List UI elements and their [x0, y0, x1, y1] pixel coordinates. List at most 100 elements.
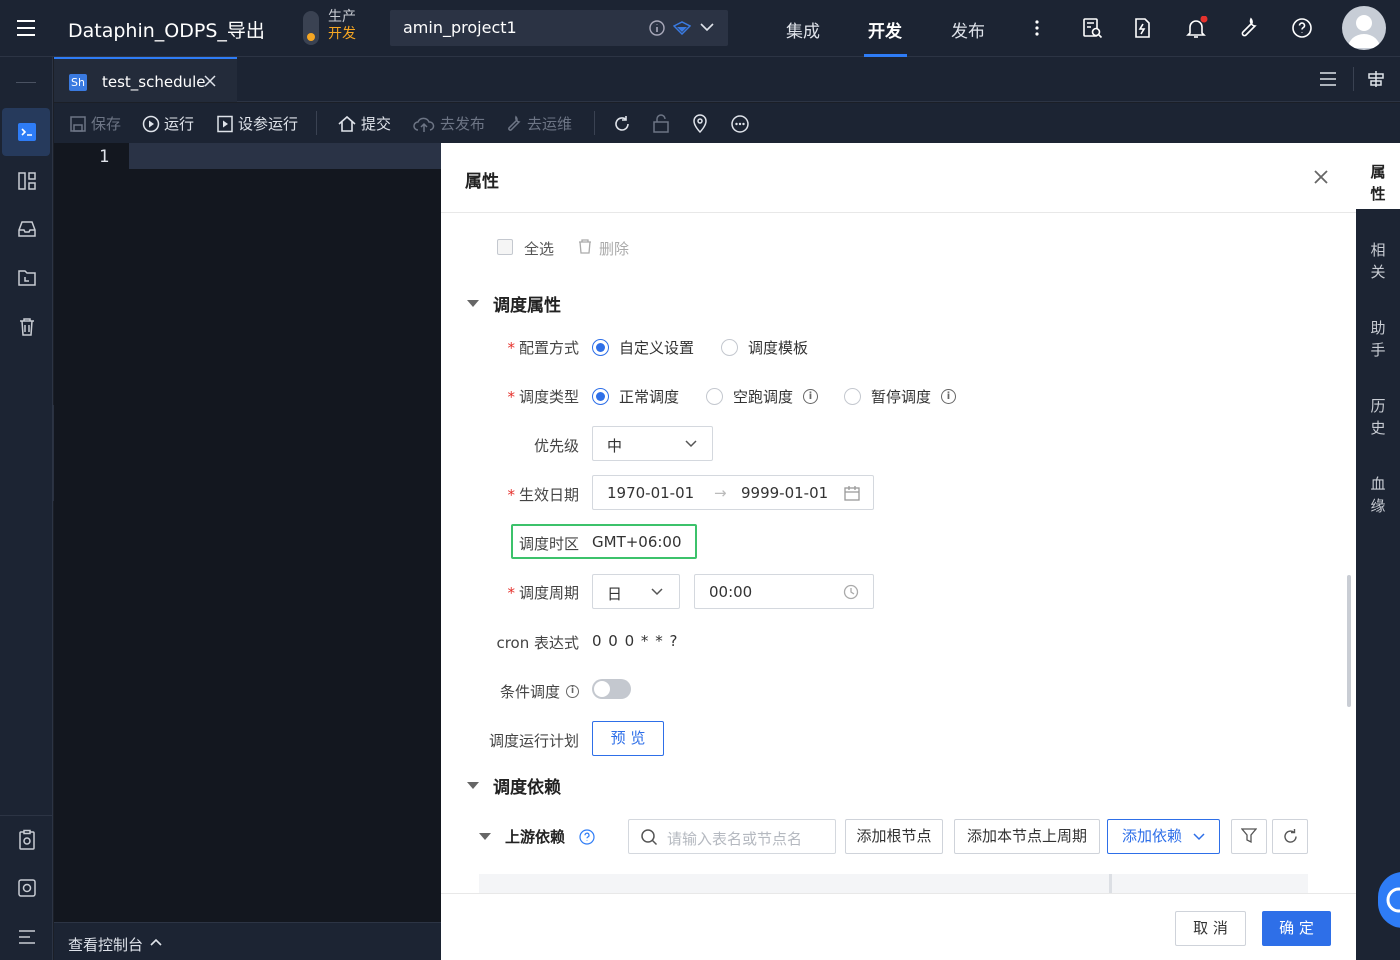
cron-value: 0 0 0 * * ?: [592, 632, 679, 650]
submit-button[interactable]: 提交: [337, 113, 391, 134]
list-icon[interactable]: [1319, 71, 1337, 87]
cancel-button[interactable]: 取 消: [1175, 911, 1246, 946]
cron-label: cron 表达式: [496, 634, 579, 652]
nav-develop[interactable]: 开发: [868, 17, 902, 42]
task-bolt-icon[interactable]: [1130, 16, 1154, 40]
add-root-node-button[interactable]: 添加根节点: [845, 819, 943, 854]
panel-title: 属性: [465, 172, 499, 192]
refresh-button[interactable]: [1272, 819, 1308, 854]
rail-tab-lineage[interactable]: 血缘: [1356, 473, 1400, 517]
add-dependency-dropdown[interactable]: 添加依赖: [1107, 819, 1220, 854]
delete-icon[interactable]: [578, 239, 592, 254]
list-collapse-icon[interactable]: [15, 925, 39, 949]
clipboard-icon[interactable]: [15, 828, 39, 852]
timezone-value: GMT+06:00: [592, 533, 682, 551]
inbox-icon[interactable]: [15, 217, 39, 241]
play-doc-icon: [217, 115, 233, 132]
condition-toggle[interactable]: [592, 679, 631, 699]
editor-toolbar: 保存 运行 设参运行 提交 去发布 去运维: [54, 103, 1400, 143]
save-label: 保存: [91, 115, 122, 133]
rail-tab-assistant[interactable]: 助手: [1356, 317, 1400, 361]
dependency-table-header: [479, 874, 1308, 893]
range-arrow-icon: →: [714, 484, 727, 502]
run-with-params-button[interactable]: 设参运行: [216, 113, 298, 134]
trash-icon[interactable]: [15, 315, 39, 339]
console-bar[interactable]: 查看控制台: [54, 922, 441, 960]
nav-publish[interactable]: 发布: [951, 17, 985, 42]
delete-label[interactable]: 删除: [599, 238, 629, 259]
wrench-icon[interactable]: [1237, 16, 1261, 40]
radio-custom-setting[interactable]: 自定义设置: [592, 337, 694, 358]
radio-pause-schedule[interactable]: 暂停调度 i: [844, 386, 957, 407]
radio-schedule-template[interactable]: 调度模板: [721, 337, 808, 358]
settings-box-icon[interactable]: [15, 876, 39, 900]
search-doc-icon[interactable]: [1080, 16, 1104, 40]
confirm-button[interactable]: 确 定: [1262, 911, 1331, 946]
info-icon[interactable]: i: [566, 685, 579, 698]
project-select[interactable]: amin_project1: [390, 10, 728, 46]
filter-button[interactable]: [1231, 819, 1267, 854]
info-icon[interactable]: i: [803, 389, 819, 404]
env-switch[interactable]: [303, 11, 319, 45]
hamburger-menu-icon[interactable]: [14, 16, 38, 40]
components-icon[interactable]: [15, 169, 39, 193]
priority-select[interactable]: 中: [592, 426, 713, 461]
refresh-icon[interactable]: [612, 114, 632, 134]
rail-tab-properties[interactable]: 属性: [1356, 143, 1400, 209]
schedule-type-label: * 调度类型: [507, 388, 579, 406]
bell-icon[interactable]: [1184, 16, 1208, 40]
panel-scrollbar[interactable]: [1347, 575, 1351, 707]
save-button[interactable]: 保存: [69, 113, 121, 134]
effective-date-range[interactable]: 1970-01-01 → 9999-01-01: [592, 475, 874, 510]
diamond-icon: [673, 21, 691, 35]
help-icon[interactable]: [579, 828, 595, 845]
env-prod-label: 生产: [328, 9, 356, 25]
top-bar: Dataphin_ODPS_导出 生产 开发 amin_project1 集成 …: [0, 0, 1400, 57]
file-tab[interactable]: Sh test_schedule: [54, 57, 237, 102]
go-ops-button[interactable]: 去运维: [505, 113, 572, 134]
help-icon[interactable]: [1290, 16, 1314, 40]
condition-label: 条件调度 i: [481, 681, 579, 702]
nav-integration[interactable]: 集成: [786, 17, 820, 42]
end-date[interactable]: 9999-01-01: [741, 484, 828, 502]
radio-dry-run-schedule[interactable]: 空跑调度 i: [706, 386, 819, 407]
upstream-toggle[interactable]: 上游依赖: [479, 826, 595, 847]
select-all-checkbox[interactable]: [497, 239, 513, 255]
more-circle-icon[interactable]: [730, 114, 750, 134]
cycle-time-picker[interactable]: 00:00: [694, 574, 874, 609]
go-publish-button[interactable]: 去发布: [412, 113, 485, 134]
rail-tab-related[interactable]: 相关: [1356, 239, 1400, 283]
info-icon[interactable]: [648, 19, 666, 37]
close-tab-icon[interactable]: [204, 75, 216, 87]
filter-icon: [1241, 828, 1257, 844]
lock-icon[interactable]: [652, 113, 670, 133]
radio-normal-schedule[interactable]: 正常调度: [592, 386, 679, 407]
start-date[interactable]: 1970-01-01: [607, 484, 694, 502]
terminal-icon[interactable]: [15, 120, 39, 144]
add-prev-cycle-button[interactable]: 添加本节点上周期: [954, 819, 1100, 854]
current-line-highlight: [129, 143, 441, 169]
info-icon[interactable]: i: [941, 389, 957, 404]
wrench-icon: [508, 114, 521, 131]
folder-icon[interactable]: [15, 266, 39, 290]
location-pin-icon[interactable]: [691, 113, 709, 133]
panel-footer: 取 消 确 定: [441, 893, 1356, 960]
run-button[interactable]: 运行: [142, 113, 194, 134]
upstream-search-input[interactable]: 请输入表名或节点名: [628, 819, 836, 854]
env-dev-label: 开发: [328, 26, 356, 42]
env-labels[interactable]: 生产 开发: [328, 9, 356, 43]
schedule-section-header[interactable]: 调度属性: [467, 291, 561, 316]
caret-down-icon: [479, 833, 491, 840]
avatar[interactable]: [1342, 6, 1386, 50]
priority-value: 中: [607, 437, 623, 455]
cycle-unit-select[interactable]: 日: [592, 574, 680, 609]
close-icon[interactable]: [1313, 169, 1329, 185]
search-icon: [641, 829, 658, 846]
chevron-down-icon[interactable]: [700, 22, 714, 32]
dependency-section-header[interactable]: 调度依赖: [467, 773, 561, 798]
outline-icon[interactable]: [1367, 70, 1385, 88]
more-vertical-icon[interactable]: [1025, 16, 1049, 40]
rail-tab-history[interactable]: 历史: [1356, 395, 1400, 439]
code-editor[interactable]: 1: [54, 143, 441, 922]
preview-button[interactable]: 预 览: [592, 721, 664, 756]
